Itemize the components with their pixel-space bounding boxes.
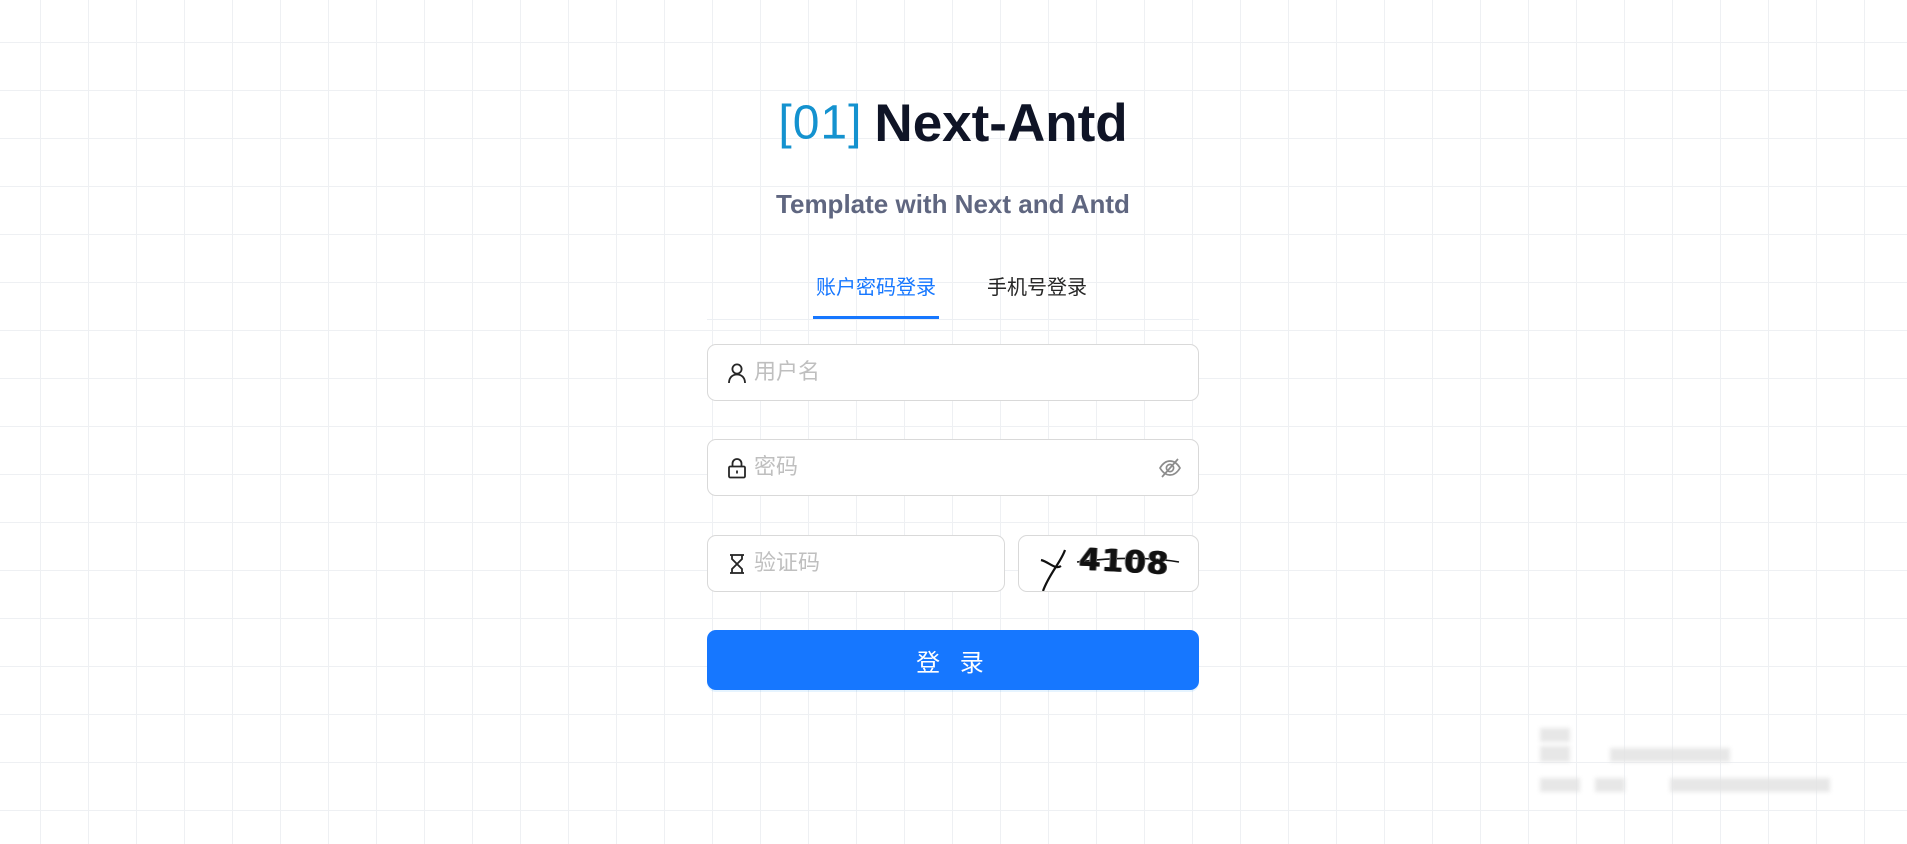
- username-field: [707, 344, 1199, 401]
- blurred-watermark: [1520, 720, 1840, 810]
- user-icon: [728, 363, 746, 384]
- password-input[interactable]: [754, 440, 1134, 495]
- username-input[interactable]: [754, 345, 1134, 400]
- tab-phone[interactable]: 手机号登录: [987, 272, 1087, 318]
- eye-invisible-icon[interactable]: [1158, 456, 1182, 480]
- captcha-input[interactable]: [754, 536, 989, 591]
- brand-subtitle: Template with Next and Antd: [776, 189, 1130, 219]
- login-button[interactable]: 登 录: [707, 630, 1199, 690]
- captcha-field: [707, 535, 1005, 592]
- captcha-code: 4108: [1078, 541, 1171, 583]
- tab-account-password[interactable]: 账户密码登录: [813, 272, 939, 319]
- brand-title: Next-Antd: [874, 93, 1128, 153]
- hourglass-icon: [730, 554, 744, 574]
- brand-header: [01] Next-Antd: [707, 88, 1199, 158]
- lock-icon: [728, 458, 746, 479]
- captcha-image[interactable]: 4108: [1018, 535, 1199, 592]
- login-tabs: 账户密码登录 手机号登录: [707, 262, 1199, 320]
- password-field: [707, 439, 1199, 496]
- brand-logo-mark: [01]: [778, 96, 863, 150]
